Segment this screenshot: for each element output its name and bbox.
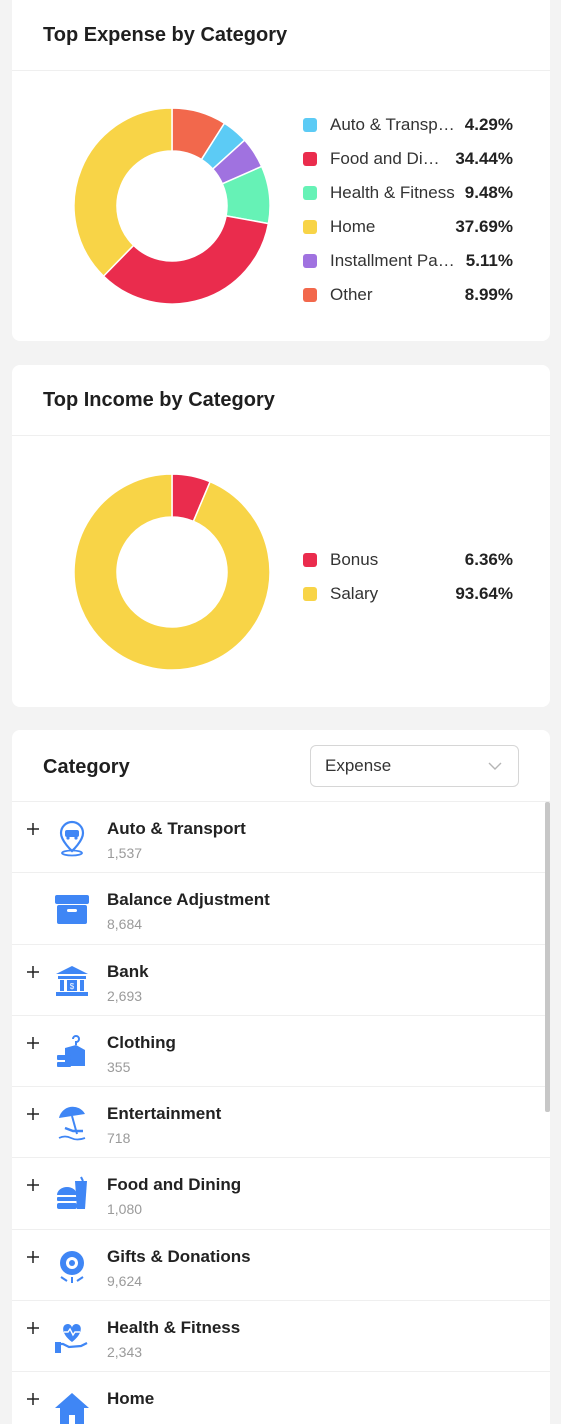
legend-value: 34.44%	[455, 149, 513, 168]
category-row[interactable]: Health & Fitness 2,343	[12, 1301, 550, 1373]
bank-icon: $	[56, 965, 88, 996]
category-header: Category Expense	[12, 730, 550, 802]
category-name: Entertainment	[107, 1104, 222, 1124]
category-count: 2,693	[107, 987, 143, 1004]
legend-item[interactable]: Auto & Transport 4.29%	[303, 108, 513, 142]
category-list: Auto & Transport 1,537 Balance Adjustment 8…	[12, 802, 550, 1424]
heart-hand-icon	[55, 1324, 88, 1354]
expense-card-title: Top Expense by Category	[12, 0, 550, 71]
expense-legend: Auto & Transport 4.29% Food and Dining 34.4…	[303, 108, 513, 312]
legend-value: 4.29%	[464, 115, 513, 134]
legend-value: 5.11%	[465, 251, 513, 270]
legend-label: Other	[330, 285, 373, 304]
legend-value: 6.36%	[464, 550, 513, 569]
category-type-selected: Expense	[325, 756, 392, 775]
legend-swatch	[303, 220, 317, 234]
legend-label: Bonus	[330, 550, 379, 569]
category-name: Home	[107, 1389, 155, 1409]
category-row[interactable]: Auto & Transport 1,537	[12, 802, 550, 874]
legend-label: Health & Fitness	[330, 183, 455, 202]
category-row[interactable]: Entertainment 718	[12, 1087, 550, 1159]
category-row[interactable]: Gifts & Donations 9,624	[12, 1230, 550, 1302]
legend-item[interactable]: Other 8.99%	[303, 278, 513, 312]
category-name: Health & Fitness	[107, 1318, 241, 1338]
legend-item[interactable]: Health & Fitness 9.48%	[303, 176, 513, 210]
donut-slice[interactable]	[102, 214, 270, 305]
category-name: Gifts & Donations	[107, 1246, 251, 1266]
category-row[interactable]: Balance Adjustment 8,684	[12, 873, 550, 945]
income-card-title: Top Income by Category	[12, 365, 550, 436]
beach-umbrella-icon	[58, 1106, 86, 1141]
donation-icon	[60, 1250, 84, 1283]
category-card: Category Expense Auto & Transport 1,537 Ba…	[12, 730, 550, 1424]
category-row[interactable]: $ Bank 2,693	[12, 945, 550, 1016]
income-card: Top Income by Category Bonus 6.36% Salary 9…	[12, 365, 550, 707]
legend-value: 8.99%	[464, 285, 513, 304]
legend-swatch	[303, 152, 317, 166]
category-name: Auto & Transport	[107, 819, 246, 838]
chevron-down-icon	[488, 762, 502, 770]
legend-item[interactable]: Home 37.69%	[303, 210, 513, 244]
expand-plus-icon[interactable]	[23, 962, 43, 982]
legend-item[interactable]: Bonus 6.36%	[303, 543, 513, 577]
legend-value: 37.69%	[455, 217, 513, 236]
category-count: 1,080	[107, 1201, 143, 1218]
category-name: Food and Dining	[107, 1175, 242, 1195]
legend-label: Home	[330, 217, 376, 236]
expand-plus-icon[interactable]	[23, 1389, 43, 1409]
category-name: Balance Adjustment	[107, 890, 270, 910]
category-count: 1,537	[107, 845, 143, 861]
category-count: 355	[107, 1058, 131, 1075]
location-car-icon	[59, 820, 85, 857]
legend-label: Auto & Transport	[330, 115, 458, 134]
category-count: 9,624	[107, 1272, 143, 1289]
category-row[interactable]: Home	[12, 1372, 550, 1424]
category-count: 718	[107, 1130, 131, 1147]
category-title: Category	[43, 756, 130, 778]
home-icon	[55, 1393, 89, 1424]
donut-slice[interactable]	[73, 473, 271, 671]
legend-value: 93.64%	[455, 584, 513, 603]
income-donut-chart	[73, 473, 271, 671]
expand-plus-icon[interactable]	[23, 1318, 43, 1338]
category-count: 8,684	[107, 916, 143, 933]
category-row[interactable]: Food and Dining 1,080	[12, 1158, 550, 1230]
category-list-scrollbar[interactable]	[545, 802, 550, 1112]
legend-item[interactable]: Food and Dining 34.44%	[303, 142, 513, 176]
expand-plus-icon[interactable]	[23, 1175, 43, 1195]
legend-swatch	[303, 288, 317, 302]
clothes-hanger-icon	[57, 1034, 85, 1067]
legend-label: Installment Payment	[330, 251, 466, 270]
legend-swatch	[303, 118, 317, 132]
donut-slice[interactable]	[73, 107, 173, 278]
burger-drink-icon	[57, 1177, 87, 1210]
income-legend: Bonus 6.36% Salary 93.64%	[303, 543, 513, 611]
expand-plus-icon[interactable]	[23, 819, 43, 839]
category-count: 2,343	[107, 1344, 143, 1361]
legend-label: Salary	[330, 584, 379, 603]
expand-plus-icon[interactable]	[23, 1104, 43, 1124]
expand-plus-icon[interactable]	[23, 1033, 43, 1053]
legend-item[interactable]: Salary 93.64%	[303, 577, 513, 611]
category-name: Bank	[107, 961, 149, 981]
legend-swatch	[303, 553, 317, 567]
expense-card: Top Expense by Category Auto & Transport…	[12, 0, 550, 341]
legend-item[interactable]: Installment Payment5.11%	[303, 244, 513, 278]
category-row[interactable]: Clothing 355	[12, 1016, 550, 1088]
legend-swatch	[303, 254, 317, 268]
legend-label: Food and Dining	[330, 149, 455, 168]
legend-swatch	[303, 186, 317, 200]
legend-swatch	[303, 587, 317, 601]
category-name: Clothing	[107, 1032, 176, 1052]
category-type-select[interactable]: Expense	[310, 745, 519, 787]
archive-box-icon	[55, 895, 89, 925]
svg-text:$: $	[70, 982, 75, 991]
expense-donut-chart	[73, 107, 271, 305]
legend-value: 9.48%	[464, 183, 513, 202]
expand-plus-icon[interactable]	[23, 1247, 43, 1267]
